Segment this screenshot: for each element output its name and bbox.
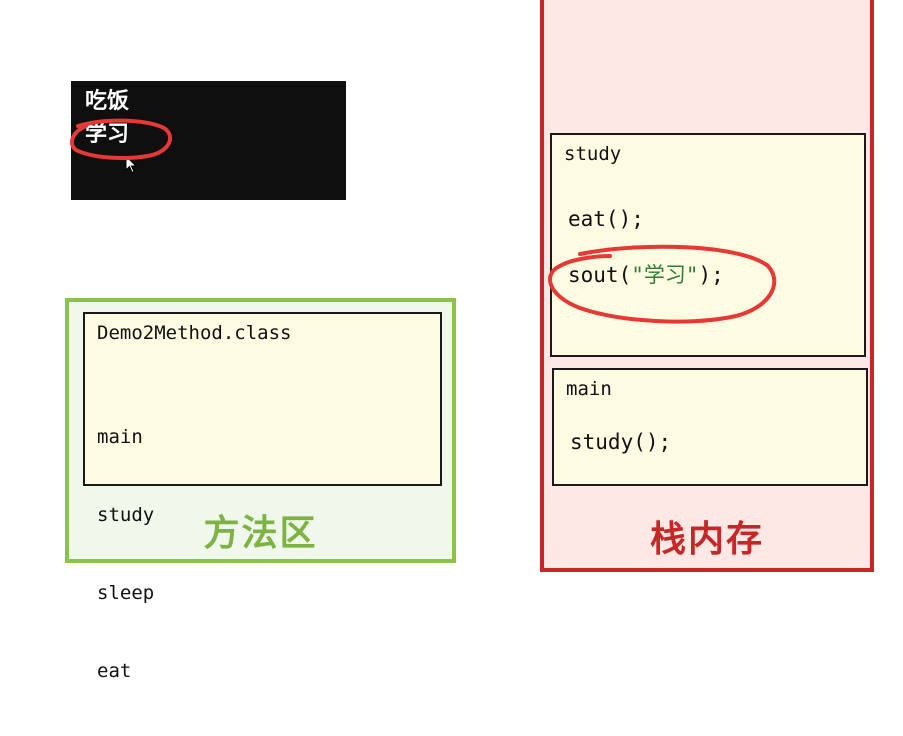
stack-frame-main: main study(); (552, 368, 868, 486)
console-line-study: 学习 (85, 122, 130, 147)
method-item-sleep: sleep (97, 582, 155, 604)
frame-title: study (564, 143, 622, 165)
code-line: eat(); (568, 207, 644, 231)
method-item-eat: eat (97, 660, 132, 682)
stack-memory: study eat(); sout("学习"); main study(); 栈… (540, 0, 874, 572)
stack-memory-label: 栈内存 (649, 519, 764, 560)
class-name: Demo2Method.class (97, 322, 292, 344)
code-line: study(); (570, 430, 672, 454)
code-text: ); (698, 263, 724, 287)
string-literal: "学习" (631, 263, 699, 287)
console-output: 吃饭 学习 (71, 81, 346, 200)
method-area: Demo2Method.class main study sleep eat 方… (65, 298, 456, 682)
code-line-print: sout("学习"); (568, 259, 724, 289)
method-area-label: 方法区 (203, 513, 318, 554)
frame-title: main (566, 378, 612, 400)
code-text: sout( (568, 263, 632, 287)
stack-frame-study: study eat(); sout("学习"); (550, 133, 866, 357)
mouse-pointer-icon (125, 155, 138, 174)
console-line-eat: 吃饭 (85, 89, 130, 114)
method-item-main: main (97, 426, 143, 448)
class-box: Demo2Method.class main study sleep eat (83, 312, 442, 682)
